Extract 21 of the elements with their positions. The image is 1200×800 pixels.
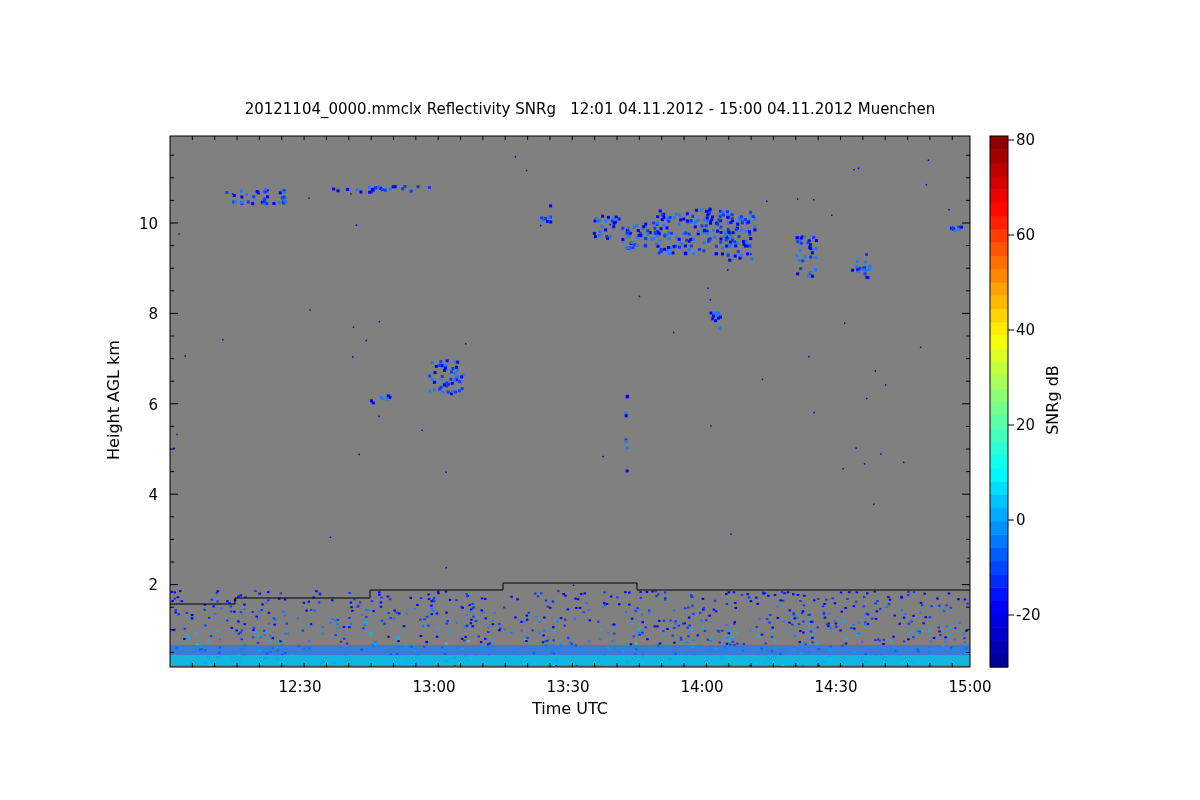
colorbar-tick-label: 20: [1016, 416, 1036, 434]
colorbar-label: SNRg dB: [1043, 365, 1062, 435]
y-axis-label: Height AGL km: [104, 340, 123, 460]
plot-title: 20121104_0000.mmclx Reflectivity SNRg 12:01 04.11.2012 - 15:00 04.11.2012 Muenchen: [244, 100, 936, 118]
x-tick-label: 12:30: [278, 678, 322, 696]
colorbar-tick-label: 80: [1016, 131, 1036, 149]
colorbar-tick-label: 40: [1016, 321, 1036, 339]
colorbar-tick-label: 0: [1016, 511, 1026, 529]
y-tick-label: 6: [148, 395, 158, 414]
x-axis-label: Time UTC: [532, 699, 608, 718]
y-tick-label: 10: [138, 215, 158, 233]
x-tick-label: 15:00: [948, 678, 992, 696]
x-tick-label: 14:30: [814, 678, 858, 696]
y-tick-label: 2: [148, 576, 158, 595]
colorbar-tick-label: 60: [1016, 226, 1036, 244]
x-tick-label: 14:00: [680, 678, 724, 696]
y-tick-label: 8: [148, 305, 158, 324]
x-tick-label: 13:30: [546, 678, 590, 696]
x-tick-label: 13:00: [412, 678, 456, 696]
colorbar-tick-label: -20: [1016, 606, 1041, 624]
y-tick-label: 4: [148, 485, 158, 504]
